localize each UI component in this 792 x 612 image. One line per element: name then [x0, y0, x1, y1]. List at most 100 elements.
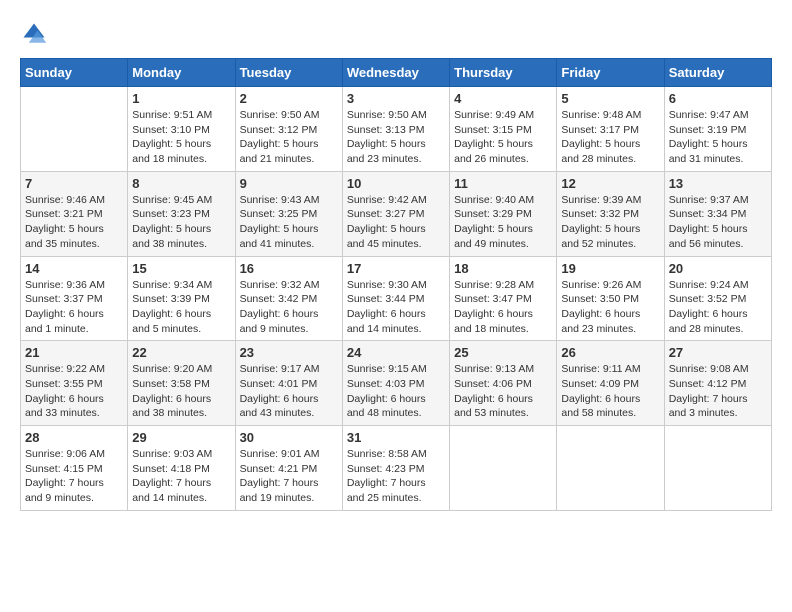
- day-number: 5: [561, 91, 659, 106]
- day-number: 30: [240, 430, 338, 445]
- day-number: 21: [25, 345, 123, 360]
- calendar-cell: 29 Sunrise: 9:03 AMSunset: 4:18 PMDayligh…: [128, 426, 235, 511]
- calendar-cell: 22 Sunrise: 9:20 AMSunset: 3:58 PMDayligh…: [128, 341, 235, 426]
- day-info: Sunrise: 9:49 AMSunset: 3:15 PMDaylight:…: [454, 108, 552, 167]
- day-info: Sunrise: 9:32 AMSunset: 3:42 PMDaylight:…: [240, 278, 338, 337]
- calendar-cell: 26Sunrise: 9:11 AMSunset: 4:09 PMDayligh…: [557, 341, 664, 426]
- day-number: 23: [240, 345, 338, 360]
- day-number: 12: [561, 176, 659, 191]
- day-number: 9: [240, 176, 338, 191]
- day-number: 25: [454, 345, 552, 360]
- calendar-cell: 25 Sunrise: 9:13 AMSunset: 4:06 PMDayligh…: [450, 341, 557, 426]
- logo: [20, 20, 52, 48]
- day-number: 6: [669, 91, 767, 106]
- day-info: Sunrise: 9:47 AMSunset: 3:19 PMDaylight:…: [669, 108, 767, 167]
- calendar-cell: [21, 87, 128, 172]
- calendar-cell: 14Sunrise: 9:36 AMSunset: 3:37 PMDayligh…: [21, 256, 128, 341]
- calendar-cell: 10 Sunrise: 9:42 AMSunset: 3:27 PMDayligh…: [342, 171, 449, 256]
- calendar-cell: 11 Sunrise: 9:40 AMSunset: 3:29 PMDayligh…: [450, 171, 557, 256]
- day-info: Sunrise: 9:01 AMSunset: 4:21 PMDaylight:…: [240, 447, 338, 506]
- day-info: Sunrise: 9:48 AMSunset: 3:17 PMDaylight:…: [561, 108, 659, 167]
- day-info: Sunrise: 9:37 AMSunset: 3:34 PMDaylight:…: [669, 193, 767, 252]
- day-info: Sunrise: 9:42 AMSunset: 3:27 PMDaylight:…: [347, 193, 445, 252]
- page-header: [20, 20, 772, 48]
- day-number: 4: [454, 91, 552, 106]
- calendar-cell: 27 Sunrise: 9:08 AMSunset: 4:12 PMDayligh…: [664, 341, 771, 426]
- day-info: Sunrise: 9:34 AMSunset: 3:39 PMDaylight:…: [132, 278, 230, 337]
- day-info: Sunrise: 9:40 AMSunset: 3:29 PMDaylight:…: [454, 193, 552, 252]
- calendar-cell: 30 Sunrise: 9:01 AMSunset: 4:21 PMDayligh…: [235, 426, 342, 511]
- calendar-cell: 1Sunrise: 9:51 AMSunset: 3:10 PMDaylight…: [128, 87, 235, 172]
- day-number: 28: [25, 430, 123, 445]
- calendar-cell: 12 Sunrise: 9:39 AMSunset: 3:32 PMDayligh…: [557, 171, 664, 256]
- day-info: Sunrise: 9:50 AMSunset: 3:13 PMDaylight:…: [347, 108, 445, 167]
- day-number: 29: [132, 430, 230, 445]
- calendar-cell: 15 Sunrise: 9:34 AMSunset: 3:39 PMDayligh…: [128, 256, 235, 341]
- day-info: Sunrise: 9:51 AMSunset: 3:10 PMDaylight:…: [132, 108, 230, 167]
- day-info: Sunrise: 9:22 AMSunset: 3:55 PMDaylight:…: [25, 362, 123, 421]
- weekday-header-row: SundayMondayTuesdayWednesdayThursdayFrid…: [21, 59, 772, 87]
- calendar-cell: 3 Sunrise: 9:50 AMSunset: 3:13 PMDaylight…: [342, 87, 449, 172]
- calendar-cell: 24Sunrise: 9:15 AMSunset: 4:03 PMDayligh…: [342, 341, 449, 426]
- calendar-cell: 21 Sunrise: 9:22 AMSunset: 3:55 PMDayligh…: [21, 341, 128, 426]
- day-info: Sunrise: 9:39 AMSunset: 3:32 PMDaylight:…: [561, 193, 659, 252]
- day-info: Sunrise: 9:24 AMSunset: 3:52 PMDaylight:…: [669, 278, 767, 337]
- calendar-cell: 20 Sunrise: 9:24 AMSunset: 3:52 PMDayligh…: [664, 256, 771, 341]
- calendar-week-row: 7 Sunrise: 9:46 AMSunset: 3:21 PMDaylight…: [21, 171, 772, 256]
- day-info: Sunrise: 9:17 AMSunset: 4:01 PMDaylight:…: [240, 362, 338, 421]
- day-number: 18: [454, 261, 552, 276]
- calendar-cell: 17 Sunrise: 9:30 AMSunset: 3:44 PMDayligh…: [342, 256, 449, 341]
- weekday-header-sunday: Sunday: [21, 59, 128, 87]
- weekday-header-wednesday: Wednesday: [342, 59, 449, 87]
- logo-icon: [20, 20, 48, 48]
- weekday-header-saturday: Saturday: [664, 59, 771, 87]
- day-number: 19: [561, 261, 659, 276]
- day-info: Sunrise: 9:46 AMSunset: 3:21 PMDaylight:…: [25, 193, 123, 252]
- day-info: Sunrise: 9:43 AMSunset: 3:25 PMDaylight:…: [240, 193, 338, 252]
- day-info: Sunrise: 9:45 AMSunset: 3:23 PMDaylight:…: [132, 193, 230, 252]
- calendar-cell: 28 Sunrise: 9:06 AMSunset: 4:15 PMDayligh…: [21, 426, 128, 511]
- day-number: 14: [25, 261, 123, 276]
- calendar-table: SundayMondayTuesdayWednesdayThursdayFrid…: [20, 58, 772, 511]
- calendar-week-row: 21 Sunrise: 9:22 AMSunset: 3:55 PMDayligh…: [21, 341, 772, 426]
- calendar-cell: 31Sunrise: 8:58 AMSunset: 4:23 PMDayligh…: [342, 426, 449, 511]
- calendar-cell: 18 Sunrise: 9:28 AMSunset: 3:47 PMDayligh…: [450, 256, 557, 341]
- calendar-cell: [664, 426, 771, 511]
- calendar-cell: 16 Sunrise: 9:32 AMSunset: 3:42 PMDayligh…: [235, 256, 342, 341]
- day-info: Sunrise: 9:28 AMSunset: 3:47 PMDaylight:…: [454, 278, 552, 337]
- day-number: 27: [669, 345, 767, 360]
- weekday-header-tuesday: Tuesday: [235, 59, 342, 87]
- calendar-cell: 19 Sunrise: 9:26 AMSunset: 3:50 PMDayligh…: [557, 256, 664, 341]
- day-number: 11: [454, 176, 552, 191]
- calendar-cell: 4 Sunrise: 9:49 AMSunset: 3:15 PMDaylight…: [450, 87, 557, 172]
- day-number: 16: [240, 261, 338, 276]
- calendar-week-row: 14Sunrise: 9:36 AMSunset: 3:37 PMDayligh…: [21, 256, 772, 341]
- day-number: 7: [25, 176, 123, 191]
- weekday-header-friday: Friday: [557, 59, 664, 87]
- calendar-week-row: 28 Sunrise: 9:06 AMSunset: 4:15 PMDayligh…: [21, 426, 772, 511]
- calendar-cell: 13 Sunrise: 9:37 AMSunset: 3:34 PMDayligh…: [664, 171, 771, 256]
- day-info: Sunrise: 9:03 AMSunset: 4:18 PMDaylight:…: [132, 447, 230, 506]
- day-number: 15: [132, 261, 230, 276]
- calendar-cell: 8Sunrise: 9:45 AMSunset: 3:23 PMDaylight…: [128, 171, 235, 256]
- day-number: 31: [347, 430, 445, 445]
- day-number: 3: [347, 91, 445, 106]
- day-info: Sunrise: 9:30 AMSunset: 3:44 PMDaylight:…: [347, 278, 445, 337]
- day-info: Sunrise: 9:13 AMSunset: 4:06 PMDaylight:…: [454, 362, 552, 421]
- day-number: 10: [347, 176, 445, 191]
- day-number: 22: [132, 345, 230, 360]
- calendar-cell: 6 Sunrise: 9:47 AMSunset: 3:19 PMDaylight…: [664, 87, 771, 172]
- day-number: 13: [669, 176, 767, 191]
- day-number: 17: [347, 261, 445, 276]
- day-info: Sunrise: 9:08 AMSunset: 4:12 PMDaylight:…: [669, 362, 767, 421]
- day-info: Sunrise: 9:50 AMSunset: 3:12 PMDaylight:…: [240, 108, 338, 167]
- calendar-week-row: 1Sunrise: 9:51 AMSunset: 3:10 PMDaylight…: [21, 87, 772, 172]
- day-number: 20: [669, 261, 767, 276]
- day-info: Sunrise: 9:26 AMSunset: 3:50 PMDaylight:…: [561, 278, 659, 337]
- day-number: 2: [240, 91, 338, 106]
- calendar-cell: 2 Sunrise: 9:50 AMSunset: 3:12 PMDaylight…: [235, 87, 342, 172]
- calendar-cell: 7 Sunrise: 9:46 AMSunset: 3:21 PMDaylight…: [21, 171, 128, 256]
- day-info: Sunrise: 9:06 AMSunset: 4:15 PMDaylight:…: [25, 447, 123, 506]
- day-number: 24: [347, 345, 445, 360]
- day-info: Sunrise: 9:20 AMSunset: 3:58 PMDaylight:…: [132, 362, 230, 421]
